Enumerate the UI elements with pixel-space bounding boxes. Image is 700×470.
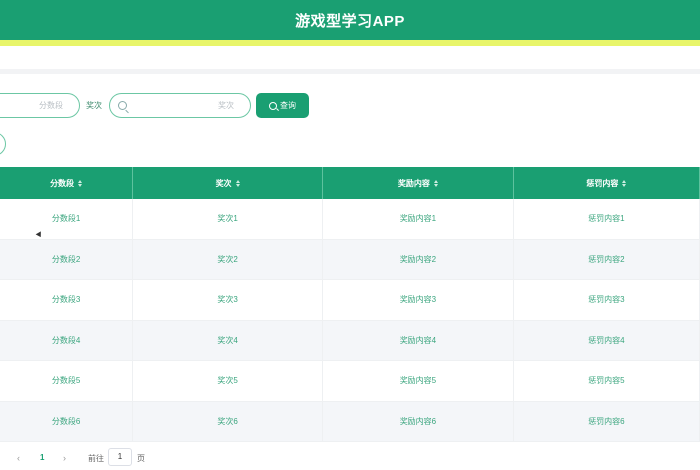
cell-penalty: 惩罚内容1: [514, 199, 700, 239]
cell-score: 分数段1: [0, 199, 134, 239]
page-number-current[interactable]: 1: [40, 453, 44, 462]
cell-reward: 奖励内容6: [323, 401, 514, 441]
pagination: ‹ 1 › 前往 1 页: [0, 447, 700, 469]
rank-label: 奖次: [86, 101, 102, 110]
rank-input[interactable]: 奖次: [109, 93, 251, 118]
app-header: 游戏型学习APP: [0, 0, 700, 40]
cell-penalty: 惩罚内容4: [514, 320, 700, 360]
app-title: 游戏型学习APP: [295, 12, 405, 30]
cell-rank: 奖次3: [133, 280, 324, 320]
cell-reward: 奖励内容1: [323, 199, 514, 239]
action-button[interactable]: [0, 132, 6, 156]
cell-score: 分数段5: [0, 361, 134, 401]
cell-score: 分数段2: [0, 239, 134, 279]
chevron-right-icon[interactable]: ›: [63, 453, 66, 463]
sort-icon[interactable]: [622, 179, 627, 187]
table-row[interactable]: 分数段6 奖次6 奖励内容6 惩罚内容6: [0, 401, 700, 442]
column-header-score[interactable]: 分数段: [0, 167, 134, 199]
table-row[interactable]: 分数段4 奖次4 奖励内容4 惩罚内容4: [0, 320, 700, 361]
query-button-label: 查询: [280, 101, 296, 110]
score-range-input[interactable]: 分数段: [0, 93, 80, 118]
cell-penalty: 惩罚内容5: [514, 361, 700, 401]
table-header: 分数段 奖次 奖励内容 惩罚内容: [0, 167, 700, 199]
goto-label: 前往: [88, 454, 104, 463]
cell-reward: 奖励内容2: [323, 239, 514, 279]
table-row[interactable]: 分数段2 奖次2 奖励内容2 惩罚内容2: [0, 239, 700, 280]
sub-bar: [0, 46, 700, 74]
cell-score: 分数段4: [0, 320, 134, 360]
cell-rank: 奖次5: [133, 361, 324, 401]
column-header-penalty[interactable]: 惩罚内容: [514, 167, 700, 199]
cell-penalty: 惩罚内容3: [514, 280, 700, 320]
cell-penalty: 惩罚内容6: [514, 401, 700, 441]
column-header-reward[interactable]: 奖励内容: [323, 167, 514, 199]
search-icon: [118, 101, 127, 110]
cell-rank: 奖次4: [133, 320, 324, 360]
search-bar: 分数段 奖次 奖次 查询: [0, 93, 700, 119]
cell-rank: 奖次1: [133, 199, 324, 239]
cell-reward: 奖励内容4: [323, 320, 514, 360]
chevron-left-icon[interactable]: ‹: [17, 453, 20, 463]
sort-icon[interactable]: [433, 179, 438, 187]
query-button[interactable]: 查询: [256, 93, 309, 118]
cell-score: 分数段3: [0, 280, 134, 320]
table-row[interactable]: 分数段1 奖次1 奖励内容1 惩罚内容1: [0, 199, 700, 240]
table-row[interactable]: 分数段3 奖次3 奖励内容3 惩罚内容3: [0, 280, 700, 321]
data-table: 分数段 奖次 奖励内容 惩罚内容 分数段1 奖次1 奖励内容1 惩罚内容1 分数…: [0, 167, 700, 442]
cell-rank: 奖次6: [133, 401, 324, 441]
rank-placeholder: 奖次: [218, 101, 234, 110]
cell-score: 分数段6: [0, 401, 134, 441]
sort-icon[interactable]: [78, 179, 83, 187]
page-unit-label: 页: [137, 454, 145, 463]
sort-icon[interactable]: [235, 179, 240, 187]
goto-page-input[interactable]: 1: [108, 448, 132, 466]
cell-rank: 奖次2: [133, 239, 324, 279]
cell-reward: 奖励内容3: [323, 280, 514, 320]
table-row[interactable]: 分数段5 奖次5 奖励内容5 惩罚内容5: [0, 361, 700, 402]
cell-penalty: 惩罚内容2: [514, 239, 700, 279]
score-range-placeholder: 分数段: [39, 101, 63, 110]
search-icon: [269, 101, 277, 110]
cell-reward: 奖励内容5: [323, 361, 514, 401]
column-header-rank[interactable]: 奖次: [133, 167, 324, 199]
